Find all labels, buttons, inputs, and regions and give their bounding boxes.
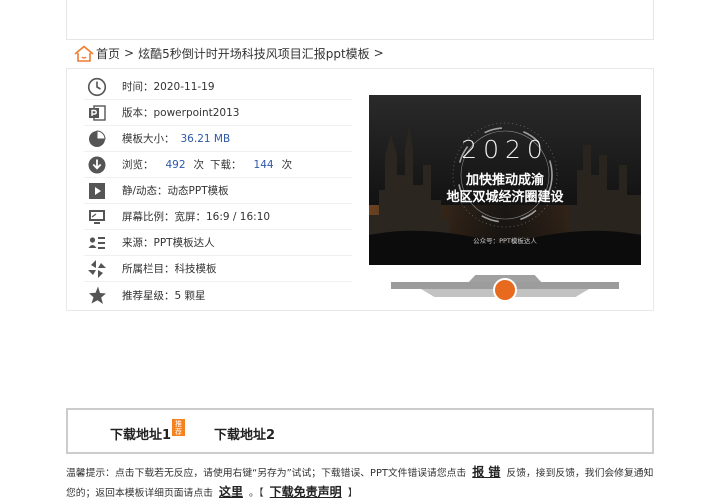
meta-row-time: 时间： 2020-11-19	[84, 74, 352, 100]
top-panel	[66, 0, 654, 40]
meta-downloads-label: 下载：	[210, 159, 242, 171]
preview-title-line2: 地区双城经济圈建设	[446, 190, 564, 205]
breadcrumb-current-title[interactable]: 炫酷5秒倒计时开场科技风项目汇报ppt模板	[138, 45, 370, 62]
preview-year: 2020	[461, 135, 549, 164]
meta-views-label: 浏览：	[122, 159, 154, 171]
back-here-link[interactable]: 这里	[219, 485, 243, 499]
report-error-link[interactable]: 报 错	[472, 465, 500, 479]
meta-column-value[interactable]: 科技模板	[175, 261, 217, 276]
meta-time-value: 2020-11-19	[153, 80, 215, 93]
disclaimer-link[interactable]: 下载免责声明	[270, 485, 342, 499]
breadcrumb-home-link[interactable]: 首页	[96, 45, 120, 62]
meta-row-version: 版本： powerpoint2013	[84, 100, 352, 126]
category-pinwheel-icon	[86, 258, 108, 280]
brand-logo-icon	[493, 278, 517, 302]
download-panel: 下载地址1 推荐 下载地址2	[66, 408, 654, 454]
meta-ratio-value: 宽屏：16:9 / 16:10	[174, 211, 271, 223]
meta-row-size: 模板大小： 36.21 MB	[84, 126, 352, 152]
meta-version-value: powerpoint2013	[153, 106, 240, 119]
recommended-badge: 推荐	[172, 419, 185, 436]
meta-version-label: 版本：	[122, 107, 154, 119]
tip-text-4: 】	[347, 488, 358, 499]
meta-downloads-value: 144	[253, 158, 274, 171]
meta-row-source: 来源： PPT模板达人	[84, 230, 352, 256]
monitor-icon	[86, 206, 108, 228]
meta-downloads-unit: 次	[281, 159, 293, 171]
star-icon	[86, 284, 108, 306]
meta-source-label: 来源：	[122, 237, 154, 249]
clock-icon	[86, 76, 108, 98]
meta-rating-label: 推荐星级：	[122, 289, 175, 302]
tip-text-3: 。【	[248, 488, 264, 499]
meta-row-ratio: 屏幕比例： 宽屏：16:9 / 16:10	[84, 204, 352, 230]
meta-row-stats: 浏览： 492 次 下载： 144 次	[84, 152, 352, 178]
powerpoint-icon	[86, 102, 108, 124]
breadcrumb-separator-end: >	[373, 46, 384, 60]
meta-views-unit: 次	[193, 159, 205, 171]
meta-type-label: 静/动态：	[122, 185, 168, 197]
meta-rating-value: 5 颗星	[174, 289, 206, 302]
preview-screen[interactable]: 2020 加快推动成渝 地区双城经济圈建设 公众号：PPT模板达人	[369, 95, 641, 265]
download-circle-icon	[86, 154, 108, 176]
download-tip: 温馨提示：点击下载若无反应，请使用右键“另存为”试试；下载错误、PPT文件错误请…	[66, 463, 662, 502]
meta-time-label: 时间：	[122, 81, 154, 93]
template-meta-list: 时间： 2020-11-19 版本： powerpoint2013 模板大小： …	[84, 74, 352, 308]
meta-row-rating: 推荐星级： 5 颗星	[84, 282, 352, 308]
play-icon	[86, 180, 108, 202]
meta-source-value: PPT模板达人	[153, 237, 215, 249]
meta-size-label: 模板大小：	[122, 133, 175, 145]
home-icon[interactable]	[74, 45, 94, 62]
meta-row-type: 静/动态： 动态PPT模板	[84, 178, 352, 204]
download-link-1[interactable]: 下载地址1	[110, 424, 171, 443]
meta-ratio-label: 屏幕比例：	[122, 211, 175, 223]
meta-type-value: 动态PPT模板	[167, 185, 229, 197]
breadcrumb: 首页 > 炫酷5秒倒计时开场科技风项目汇报ppt模板 >	[74, 43, 388, 63]
meta-row-column: 所属栏目： 科技模板	[84, 256, 352, 282]
pie-chart-icon	[86, 128, 108, 150]
tip-text-1: 温馨提示：点击下载若无反应，请使用右键“另存为”试试；下载错误、PPT文件错误请…	[66, 468, 467, 479]
meta-column-label: 所属栏目：	[122, 263, 175, 275]
preview-monitor: 2020 加快推动成渝 地区双城经济圈建设 公众号：PPT模板达人	[369, 95, 641, 305]
download-link-2[interactable]: 下载地址2	[214, 424, 275, 443]
breadcrumb-separator: >	[124, 46, 135, 60]
meta-views-value: 492	[165, 158, 186, 171]
contact-card-icon	[86, 232, 108, 254]
preview-footer: 公众号：PPT模板达人	[473, 237, 537, 245]
meta-size-value: 36.21 MB	[180, 132, 231, 145]
